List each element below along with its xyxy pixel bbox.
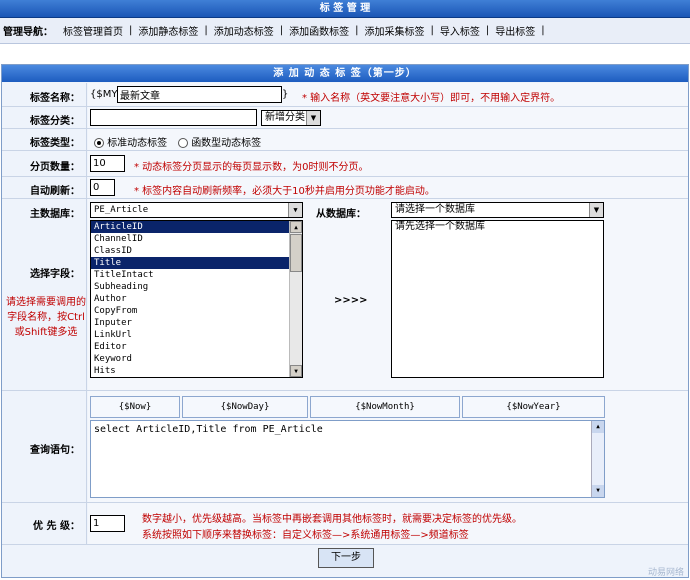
var-nowday-button[interactable]: {$NowDay} <box>182 396 308 418</box>
page-size-note: * 动态标签分页显示的每页显示数，为0时则不分页。 <box>134 162 369 173</box>
scroll-up-icon[interactable]: ▲ <box>290 221 302 233</box>
var-now-button[interactable]: {$Now} <box>90 396 180 418</box>
query-label: 查询语句： <box>30 445 80 456</box>
var-nowyear-button[interactable]: {$NowYear} <box>462 396 605 418</box>
field-list-item[interactable]: ClassID <box>91 245 302 257</box>
chevron-down-icon: ▼ <box>306 111 320 125</box>
database-fields-row: 主数据库： 选择字段： 请选择需要调用的字段名称，按Ctrl或Shift键多选 … <box>2 199 688 391</box>
page-size-label: 分页数量： <box>30 162 80 173</box>
nav-separator: | <box>204 25 208 36</box>
page-size-row: 分页数量： * 动态标签分页显示的每页显示数，为0时则不分页。 <box>2 151 688 177</box>
auto-refresh-row: 自动刷新： * 标签内容自动刷新频率，必须大于10秒并启用分页功能才能启动。 <box>2 177 688 199</box>
tag-type-function-option[interactable]: 函数型动态标签 <box>178 134 261 149</box>
main-db-label: 主数据库： <box>30 209 80 220</box>
field-list-item[interactable]: Author <box>91 293 302 305</box>
nav-separator: | <box>355 25 359 36</box>
nav-separator: | <box>541 25 545 36</box>
main-db-select[interactable]: PE_Article ▼ <box>90 202 303 218</box>
scroll-up-icon[interactable]: ▲ <box>592 421 604 433</box>
tag-type-standard-option[interactable]: 标准动态标签 <box>94 134 167 149</box>
priority-row: 优 先 级： 数字越小，优先级越高。当标签中再嵌套调用其他标签时，就需要决定标签… <box>2 503 688 545</box>
sub-db-label: 从数据库： <box>316 209 366 220</box>
sub-fields-listbox[interactable]: 请先选择一个数据库 <box>391 220 604 378</box>
tag-type-row: 标签类型： 标准动态标签 函数型动态标签 <box>2 129 688 151</box>
nav-item-static[interactable]: 添加静态标签 <box>138 23 198 38</box>
field-list-item[interactable]: CopyFrom <box>91 305 302 317</box>
panel-title: 添 加 动 态 标 签（第一步） <box>2 65 688 82</box>
scroll-down-icon[interactable]: ▼ <box>592 485 604 497</box>
tag-category-select[interactable]: 新增分类 ▼ <box>261 110 321 126</box>
radio-selected-icon[interactable] <box>94 138 104 148</box>
fields-list: ArticleID ChannelID ClassID Title TitleIntac… <box>91 221 302 377</box>
nav-separator: | <box>129 25 133 36</box>
nav-item-collect[interactable]: 添加采集标签 <box>365 23 425 38</box>
tag-name-note: * 输入名称（英文要注意大小写）即可，不用输入定界符。 <box>302 93 561 104</box>
fields-scrollbar[interactable]: ▲ ▼ <box>289 221 302 377</box>
priority-label: 优 先 级： <box>33 521 80 532</box>
nav-item-home[interactable]: 标签管理首页 <box>63 23 123 38</box>
query-text: select ArticleID,Title from PE_Article <box>94 424 323 435</box>
nav-item-dynamic[interactable]: 添加动态标签 <box>214 23 274 38</box>
tag-name-input[interactable] <box>117 86 282 103</box>
query-textarea[interactable]: select ArticleID,Title from PE_Article ▲… <box>90 420 605 498</box>
main-db-select-value: PE_Article <box>94 205 149 215</box>
nav-item-export[interactable]: 导出标签 <box>495 23 535 38</box>
list-item[interactable]: 请先选择一个数据库 <box>392 221 603 233</box>
field-list-item[interactable]: Hits <box>91 365 302 377</box>
auto-refresh-note: * 标签内容自动刷新频率，必须大于10秒并启用分页功能才能启动。 <box>134 186 435 197</box>
field-list-item[interactable]: Title <box>91 257 302 269</box>
query-scrollbar[interactable]: ▲ ▼ <box>591 421 604 497</box>
tag-name-row: 标签名称： {$MY_ } * 输入名称（英文要注意大小写）即可，不用输入定界符… <box>2 83 688 107</box>
next-step-button[interactable]: 下一步 <box>318 548 374 568</box>
watermark: 动易网络 <box>647 568 684 578</box>
auto-refresh-label: 自动刷新： <box>30 186 80 197</box>
field-list-item[interactable]: ChannelID <box>91 233 302 245</box>
var-nowmonth-button[interactable]: {$NowMonth} <box>310 396 460 418</box>
field-list-item[interactable]: ArticleID <box>91 221 302 233</box>
nav-bar: 管理导航： 标签管理首页 | 添加静态标签 | 添加动态标签 | 添加函数标签 | 添加… <box>0 18 690 44</box>
nav-separator: | <box>279 25 284 36</box>
tag-type-function-label: 函数型动态标签 <box>191 138 262 149</box>
field-list-item[interactable]: Keyword <box>91 353 302 365</box>
nav-separator: | <box>430 25 434 36</box>
chevron-down-icon: ▼ <box>288 203 302 217</box>
page-size-input[interactable] <box>90 155 125 172</box>
tag-category-input[interactable] <box>90 109 257 126</box>
field-list-item[interactable]: Subheading <box>91 281 302 293</box>
tag-type-label: 标签类型： <box>30 138 80 149</box>
field-list-item[interactable]: Inputer <box>91 317 302 329</box>
tag-name-label: 标签名称： <box>30 93 80 104</box>
tag-category-select-value: 新增分类 <box>265 112 305 123</box>
nav-label: 管理导航： <box>3 27 53 38</box>
var-button-bar: {$Now} {$NowDay} {$NowMonth} {$NowYear} <box>90 396 605 418</box>
sub-db-select-value: 请选择一个数据库 <box>395 204 475 215</box>
field-list-item[interactable]: Editor <box>91 341 302 353</box>
fields-label: 选择字段： <box>30 269 80 280</box>
priority-note-1: 数字越小，优先级越高。当标签中再嵌套调用其他标签时，就需要决定标签的优先级。 <box>142 514 522 525</box>
scroll-thumb[interactable] <box>290 234 302 272</box>
tag-name-suffix: } <box>282 89 289 100</box>
field-list-item[interactable]: TitleIntact <box>91 269 302 281</box>
priority-input[interactable] <box>90 515 125 532</box>
nav-item-import[interactable]: 导入标签 <box>440 23 480 38</box>
add-dynamic-tag-panel: 添 加 动 态 标 签（第一步） 标签名称： {$MY_ } * 输入名称（英文… <box>1 64 689 578</box>
tag-category-row: 标签分类： 新增分类 ▼ <box>2 107 688 129</box>
tag-category-label: 标签分类： <box>30 116 80 127</box>
query-row: 查询语句： {$Now} {$NowDay} {$NowMonth} {$Now… <box>2 391 688 503</box>
radio-unselected-icon[interactable] <box>178 138 188 148</box>
fields-listbox[interactable]: ArticleID ChannelID ClassID Title TitleIntac… <box>90 220 303 378</box>
nav-separator: | <box>485 25 490 36</box>
tag-type-standard-label: 标准动态标签 <box>107 138 168 149</box>
transfer-arrow: >>>> <box>334 295 368 306</box>
auto-refresh-input[interactable] <box>90 179 115 196</box>
sub-db-select[interactable]: 请选择一个数据库 ▼ <box>391 202 604 218</box>
page-header: 标 签 管 理 <box>0 0 690 18</box>
nav-item-function[interactable]: 添加函数标签 <box>289 23 349 38</box>
chevron-down-icon: ▼ <box>589 203 603 217</box>
scroll-down-icon[interactable]: ▼ <box>290 365 302 377</box>
fields-hint: 请选择需要调用的字段名称，按Ctrl或Shift键多选 <box>6 297 86 338</box>
priority-note-2: 系统按照如下顺序来替换标签：自定义标签—>系统通用标签—>频道标签 <box>142 530 469 541</box>
field-list-item[interactable]: LinkUrl <box>91 329 302 341</box>
